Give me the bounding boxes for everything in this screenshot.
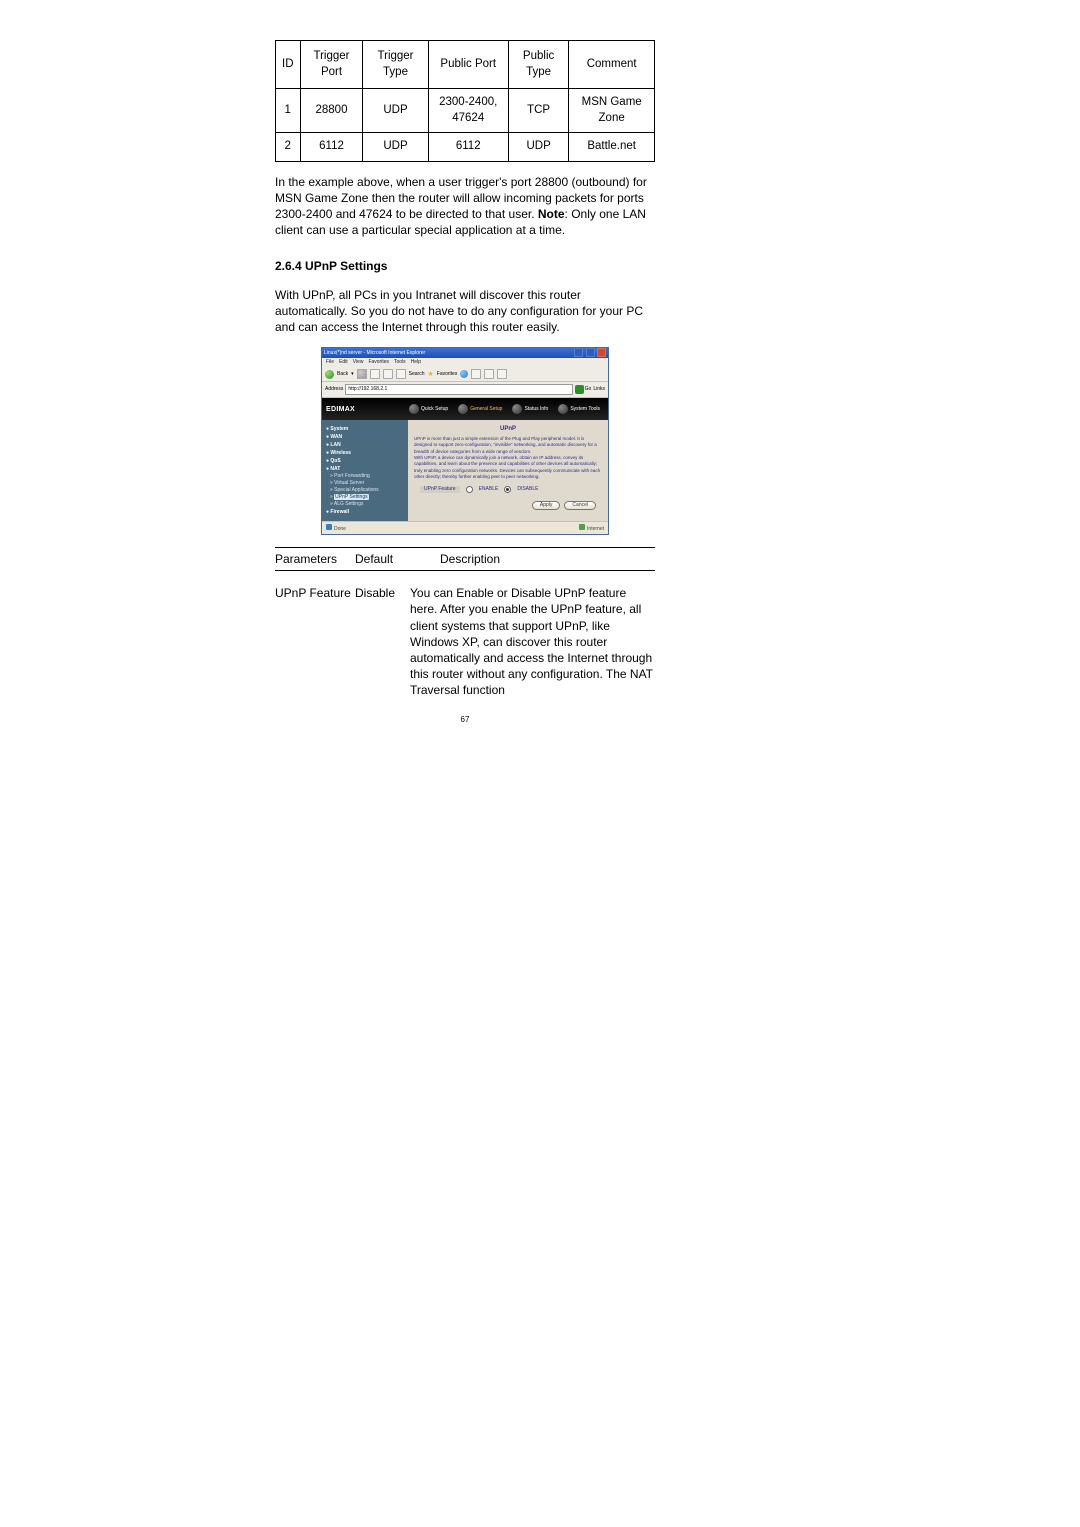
go-icon[interactable] xyxy=(575,385,584,394)
sidebar-item-qos[interactable]: ● QoS xyxy=(326,459,404,464)
params-row: UPnP Feature Disable You can Enable or D… xyxy=(275,571,655,698)
upnp-feature-row: UPnP Feature ENABLE DISABLE xyxy=(420,486,602,493)
links-label[interactable]: Links xyxy=(593,387,605,392)
header-parameters: Parameters xyxy=(275,551,355,567)
enable-label: ENABLE xyxy=(479,487,499,492)
status-done: Done xyxy=(334,526,346,532)
setting-label: UPnP Feature xyxy=(420,486,460,493)
tab-status-info[interactable]: Status Info xyxy=(508,399,552,419)
back-label[interactable]: Back xyxy=(337,372,348,377)
upnp-intro: With UPnP, all PCs in you Intranet will … xyxy=(275,287,655,336)
panel-title: UPnP xyxy=(414,426,602,432)
tab-quick-setup[interactable]: Quick Setup xyxy=(405,399,452,419)
gear-icon xyxy=(458,404,468,414)
main-panel: UPnP UPnP is more than just a simple ext… xyxy=(408,420,608,521)
menu-edit[interactable]: Edit xyxy=(339,360,348,365)
col-comment: Comment xyxy=(569,41,655,89)
go-label[interactable]: Go xyxy=(585,387,592,392)
page-number: 67 xyxy=(275,715,655,726)
toolbar: Back ▾ Search ★ Favorites xyxy=(322,367,608,382)
gear-icon xyxy=(512,404,522,414)
back-icon[interactable] xyxy=(325,370,334,379)
menu-tools[interactable]: Tools xyxy=(394,360,406,365)
col-public-port: Public Port xyxy=(428,41,508,89)
panel-description: UPnP is more than just a simple extensio… xyxy=(414,436,602,480)
refresh-icon[interactable] xyxy=(383,369,393,379)
param-default: Disable xyxy=(355,585,410,698)
favorites-label[interactable]: Favorites xyxy=(437,372,458,377)
browser-screenshot: Linux(*)nd server - Microsoft Internet E… xyxy=(321,347,609,535)
sidebar-item-upnp-settings[interactable]: » UPnP Settings xyxy=(330,495,404,500)
tab-general-setup[interactable]: General Setup xyxy=(454,399,506,419)
tab-system-tools[interactable]: System Tools xyxy=(554,399,604,419)
maximize-icon[interactable] xyxy=(586,348,595,357)
menu-file[interactable]: File xyxy=(326,360,334,365)
minimize-icon[interactable] xyxy=(574,348,583,357)
history-icon[interactable] xyxy=(460,370,468,378)
menu-view[interactable]: View xyxy=(353,360,364,365)
menubar[interactable]: File Edit View Favorites Tools Help xyxy=(322,358,608,367)
address-input[interactable]: http://192.168.2.1 xyxy=(345,384,572,395)
window-titlebar: Linux(*)nd server - Microsoft Internet E… xyxy=(322,348,608,358)
example-paragraph: In the example above, when a user trigge… xyxy=(275,174,655,239)
param-description: You can Enable or Disable UPnP feature h… xyxy=(410,585,655,698)
header-description: Description xyxy=(410,551,655,567)
sidebar-item-alg-settings[interactable]: » ALG Settings xyxy=(330,502,404,507)
brand-bar: EDIMAX Quick Setup General Setup Status … xyxy=(322,398,608,420)
window-buttons[interactable] xyxy=(573,348,606,359)
gear-icon xyxy=(558,404,568,414)
enable-radio[interactable] xyxy=(466,486,473,493)
sidebar-item-wireless[interactable]: ● Wireless xyxy=(326,451,404,456)
home-icon[interactable] xyxy=(396,369,406,379)
menu-favorites[interactable]: Favorites xyxy=(368,360,389,365)
mail-icon[interactable] xyxy=(471,369,481,379)
sidebar: ● System ● WAN ● LAN ● Wireless ● QoS ● … xyxy=(322,420,408,521)
sidebar-item-port-forwarding[interactable]: » Port Forwarding xyxy=(330,474,404,479)
sidebar-item-special-apps[interactable]: » Special Applications xyxy=(330,488,404,493)
col-trigger-type: Trigger Type xyxy=(363,41,428,89)
sidebar-item-virtual-server[interactable]: » Virtual Server xyxy=(330,481,404,486)
disable-radio[interactable] xyxy=(504,486,511,493)
col-trigger-port: Trigger Port xyxy=(300,41,363,89)
sidebar-item-wan[interactable]: ● WAN xyxy=(326,435,404,440)
brand-logo: EDIMAX xyxy=(326,406,355,413)
sidebar-item-system[interactable]: ● System xyxy=(326,427,404,432)
trigger-port-table: ID Trigger Port Trigger Type Public Port… xyxy=(275,40,655,162)
forward-icon[interactable] xyxy=(357,369,367,379)
note-label: Note xyxy=(538,207,565,221)
favorites-icon[interactable]: ★ xyxy=(427,371,433,378)
print-icon[interactable] xyxy=(484,369,494,379)
edit-icon[interactable] xyxy=(497,369,507,379)
sidebar-item-lan[interactable]: ● LAN xyxy=(326,443,404,448)
table-row: 1 28800 UDP 2300-2400, 47624 TCP MSN Gam… xyxy=(276,89,655,133)
address-label: Address xyxy=(325,387,343,392)
status-zone: Internet xyxy=(587,526,604,532)
param-name: UPnP Feature xyxy=(275,585,355,698)
disable-label: DISABLE xyxy=(517,487,538,492)
menu-help[interactable]: Help xyxy=(411,360,421,365)
status-bar: Done Internet xyxy=(322,521,608,534)
sidebar-item-firewall[interactable]: ● Firewall xyxy=(326,510,404,515)
window-title: Linux(*)nd server - Microsoft Internet E… xyxy=(324,351,425,356)
address-bar: Address http://192.168.2.1 Go Links xyxy=(322,382,608,398)
close-icon[interactable] xyxy=(597,348,606,357)
table-row: 2 6112 UDP 6112 UDP Battle.net xyxy=(276,133,655,162)
params-header: Parameters Default Description xyxy=(275,547,655,571)
ie-icon xyxy=(326,524,332,530)
col-id: ID xyxy=(276,41,301,89)
gear-icon xyxy=(409,404,419,414)
stop-icon[interactable] xyxy=(370,369,380,379)
sidebar-item-nat[interactable]: ● NAT xyxy=(326,467,404,472)
search-label[interactable]: Search xyxy=(409,372,425,377)
cancel-button[interactable]: Cancel xyxy=(564,501,596,510)
apply-button[interactable]: Apply xyxy=(532,501,561,510)
header-default: Default xyxy=(355,551,410,567)
section-title: 2.6.4 UPnP Settings xyxy=(275,258,655,274)
zone-icon xyxy=(579,524,585,530)
col-public-type: Public Type xyxy=(508,41,568,89)
